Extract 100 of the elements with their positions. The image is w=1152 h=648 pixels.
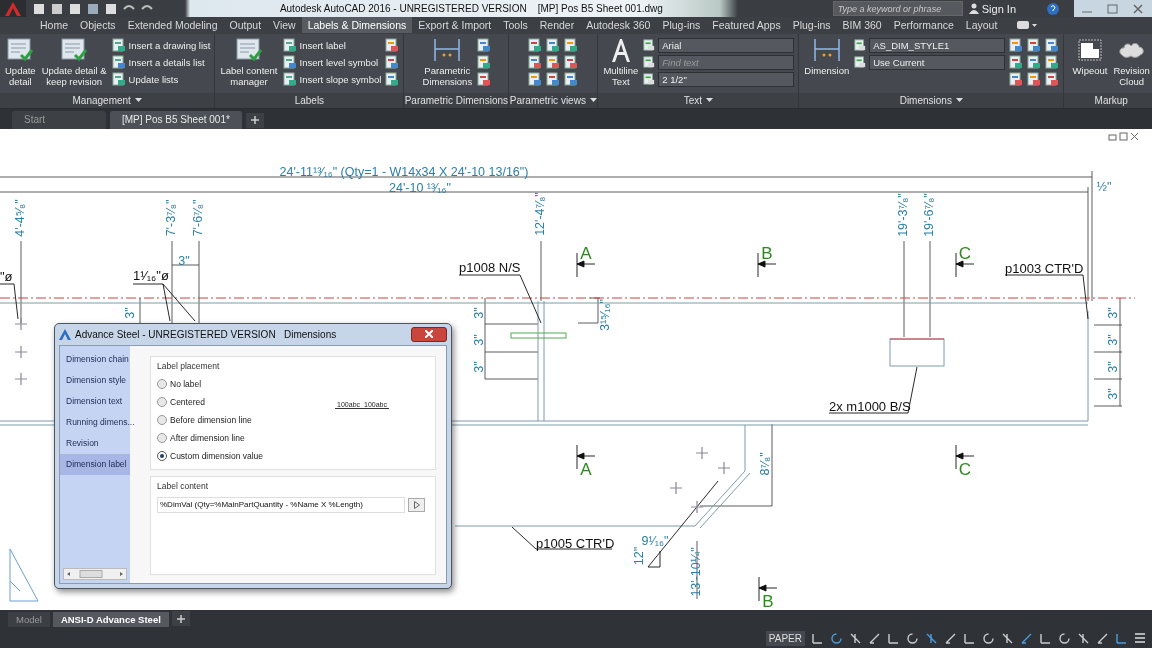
ribbon-button[interactable]: Insert a details list (111, 53, 211, 71)
ribbon-button[interactable]: Insert slope symbol (282, 70, 382, 88)
ribbon-tab[interactable]: Export & Import (412, 17, 498, 34)
sheet-tab[interactable]: Model (8, 611, 50, 627)
video-icon[interactable] (1017, 20, 1038, 31)
ribbon-button[interactable]: Update detail (4, 36, 37, 87)
ribbon-button[interactable] (1009, 53, 1024, 71)
new-tab-button[interactable] (245, 112, 264, 128)
app-menu-button[interactable] (0, 0, 26, 17)
ribbon-button[interactable] (564, 36, 579, 54)
nav-item[interactable]: Dimension label (60, 453, 130, 475)
ribbon-button[interactable] (477, 36, 492, 54)
ribbon-tab[interactable]: BIM 360 (836, 17, 888, 34)
ribbon-button[interactable] (1027, 53, 1042, 71)
combo-field[interactable]: 2 1/2" (658, 71, 795, 87)
toggle-icon[interactable] (963, 631, 976, 645)
close-button[interactable] (411, 326, 447, 342)
ribbon-button[interactable]: Label content manager (219, 36, 279, 87)
sheet-tab[interactable]: ANSI-D Advance Steel (52, 611, 169, 627)
ribbon-tab[interactable]: Plug-ins (656, 17, 707, 34)
radio-button[interactable] (157, 450, 167, 461)
ribbon-tab[interactable]: Labels & Dimensions (301, 17, 413, 34)
ribbon-tab[interactable]: Autodesk 360 (580, 17, 657, 34)
toggle-icon[interactable] (906, 631, 919, 645)
ribbon-tab[interactable]: Plug-ins (786, 17, 837, 34)
ribbon-button[interactable] (477, 70, 492, 88)
ribbon-button[interactable]: Parametric Dimensions (421, 36, 474, 87)
radio-option[interactable]: Centered (157, 392, 264, 411)
toggle-icon[interactable] (925, 631, 938, 645)
file-icon[interactable] (68, 2, 82, 15)
ribbon-button[interactable] (528, 53, 543, 71)
ribbon-button[interactable] (546, 36, 561, 54)
ribbon-button[interactable] (528, 36, 543, 54)
ribbon-button[interactable] (1027, 70, 1042, 88)
ribbon-button[interactable] (1009, 70, 1024, 88)
ribbon-tab[interactable]: Performance (887, 17, 960, 34)
ribbon-button[interactable]: Multiline Text (602, 36, 640, 87)
toggle-icon[interactable] (1058, 631, 1071, 645)
file-icon[interactable] (86, 2, 100, 15)
radio-button[interactable] (157, 378, 167, 389)
toggle-icon[interactable] (830, 631, 843, 645)
radio-option[interactable]: Custom dimension value (157, 446, 264, 465)
new-layout-button[interactable] (171, 611, 190, 627)
document-tab[interactable]: Start (12, 110, 106, 129)
ribbon-tab[interactable]: Tools (497, 17, 534, 34)
nav-item[interactable]: Revision (60, 432, 130, 454)
ribbon-button[interactable]: Insert a drawing list (111, 36, 211, 54)
radio-button[interactable] (157, 396, 167, 407)
ribbon-button[interactable] (1027, 36, 1042, 54)
toggle-icon[interactable] (887, 631, 900, 645)
file-icon[interactable] (50, 2, 64, 15)
scrollbar[interactable] (63, 567, 127, 580)
caret-icon[interactable] (134, 98, 142, 103)
ribbon-tab[interactable]: Objects (74, 17, 122, 34)
caret-icon[interactable] (706, 98, 713, 103)
ribbon-button[interactable]: Update lists (111, 70, 211, 88)
toggle-icon[interactable] (1096, 631, 1109, 645)
radio-option[interactable]: No label (157, 374, 264, 393)
ribbon-button[interactable] (564, 53, 579, 71)
ribbon-button[interactable] (385, 70, 400, 88)
toggle-icon[interactable] (1020, 631, 1033, 645)
ribbon-tab[interactable]: View (267, 17, 302, 34)
caret-icon[interactable] (955, 98, 963, 103)
caret-icon[interactable] (589, 98, 597, 103)
toggle-icon[interactable] (1077, 631, 1090, 645)
ribbon-button[interactable] (546, 53, 561, 71)
space-toggle[interactable]: PAPER (765, 630, 805, 646)
combo-field[interactable]: Arial (658, 37, 795, 53)
nav-item[interactable]: Dimension style (60, 369, 130, 391)
sign-in-button[interactable]: Sign In (968, 2, 1016, 15)
help-icon[interactable] (1046, 1, 1060, 16)
menu-icon[interactable] (1134, 632, 1146, 644)
ribbon-button[interactable] (528, 70, 543, 88)
ribbon-tab[interactable]: Output (223, 17, 268, 34)
file-icon[interactable] (32, 2, 46, 15)
toggle-icon[interactable] (944, 631, 957, 645)
file-icon[interactable] (104, 2, 118, 15)
combo-field[interactable]: Find text (658, 54, 795, 70)
ribbon-button[interactable] (564, 70, 579, 88)
ribbon-button[interactable] (1045, 36, 1060, 54)
ribbon-button[interactable] (546, 70, 561, 88)
toggle-icon[interactable] (1001, 631, 1014, 645)
label-content-field[interactable]: %DimVal (Qty=%MainPartQuantity - %Name X %Length) (157, 496, 405, 513)
toggle-icon[interactable] (1115, 631, 1128, 645)
ribbon-button[interactable]: Insert level symbol (282, 53, 382, 71)
ribbon-button[interactable]: Update detail & keep revision (40, 36, 108, 87)
document-tab[interactable]: [MP] Pos B5 Sheet 001* (110, 110, 242, 129)
ribbon-tab[interactable]: Layout (959, 17, 1004, 34)
insert-button[interactable] (408, 497, 425, 512)
ribbon-tab[interactable]: Home (34, 17, 74, 34)
ribbon-tab[interactable]: Extended Modeling (121, 17, 224, 34)
search-field[interactable]: Type a keyword or phrase (832, 1, 963, 16)
ribbon-button[interactable]: Wipeout (1071, 36, 1109, 76)
ribbon-button[interactable] (385, 36, 400, 54)
ribbon-button[interactable]: Revision Cloud (1112, 36, 1151, 87)
nav-item[interactable]: Dimension chain (60, 348, 130, 370)
toggle-icon[interactable] (1039, 631, 1052, 645)
toggle-icon[interactable] (811, 631, 824, 645)
radio-option[interactable]: After dimension line (157, 428, 264, 447)
toggle-icon[interactable] (982, 631, 995, 645)
